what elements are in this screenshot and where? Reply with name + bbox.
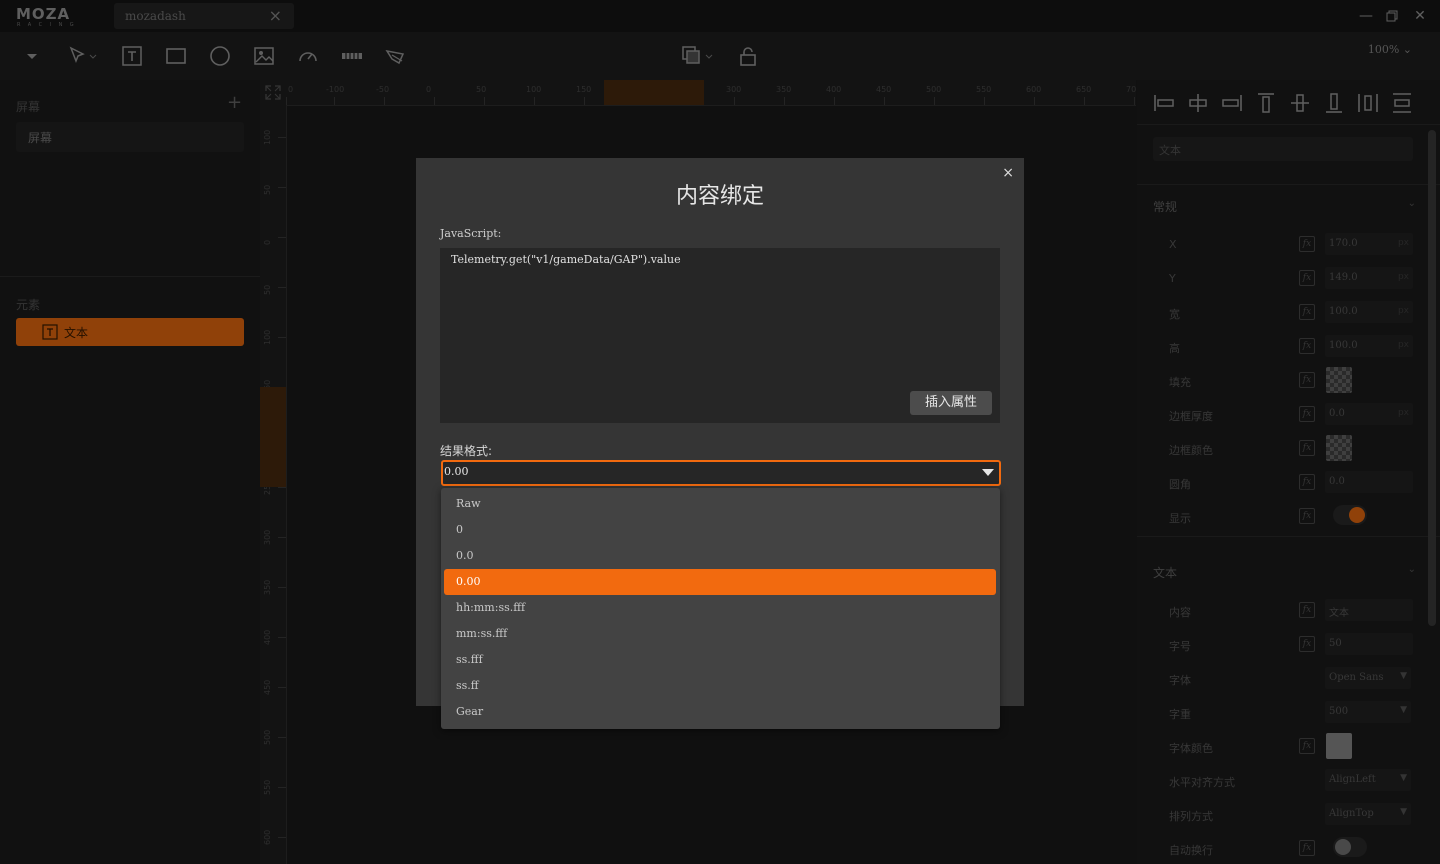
format-option[interactable]: Gear — [444, 699, 996, 725]
close-dialog-icon[interactable]: × — [1002, 165, 1014, 181]
format-option[interactable]: 0 — [444, 517, 996, 543]
insert-property-button[interactable]: 插入属性 — [910, 391, 992, 415]
result-format-label: 结果格式: — [440, 444, 493, 458]
format-option-label: mm:ss.fff — [456, 627, 508, 640]
format-option-label: 0.0 — [456, 549, 474, 562]
format-option-label: ss.fff — [456, 653, 483, 666]
result-format-options: Raw 0 0.0 0.00 hh:mm:ss.fff mm:ss.fff ss.fff ss… — [441, 488, 1000, 729]
javascript-editor[interactable]: Telemetry.get("v1/gameData/GAP").value 插… — [440, 248, 1000, 423]
format-option-label: Gear — [456, 705, 484, 718]
format-option-label: 0 — [456, 523, 463, 536]
format-option[interactable]: hh:mm:ss.fff — [444, 595, 996, 621]
javascript-label: JavaScript: — [440, 227, 502, 240]
format-option[interactable]: 0.0 — [444, 543, 996, 569]
format-option-label: 0.00 — [456, 575, 481, 588]
format-option[interactable]: mm:ss.fff — [444, 621, 996, 647]
format-option[interactable]: ss.ff — [444, 673, 996, 699]
format-option[interactable]: Raw — [444, 491, 996, 517]
dialog-title: 内容绑定 — [675, 184, 764, 209]
format-option[interactable]: 0.00 — [444, 569, 996, 595]
format-option-label: hh:mm:ss.fff — [456, 601, 526, 614]
format-option[interactable]: ss.fff — [444, 647, 996, 673]
dropdown-arrow-icon — [982, 469, 994, 476]
format-option-label: Raw — [456, 497, 481, 510]
format-option-label: ss.ff — [456, 679, 479, 692]
result-format-value: 0.00 — [444, 465, 469, 478]
javascript-code: Telemetry.get("v1/gameData/GAP").value — [451, 253, 681, 266]
result-format-select[interactable]: 0.00 — [441, 460, 1001, 486]
